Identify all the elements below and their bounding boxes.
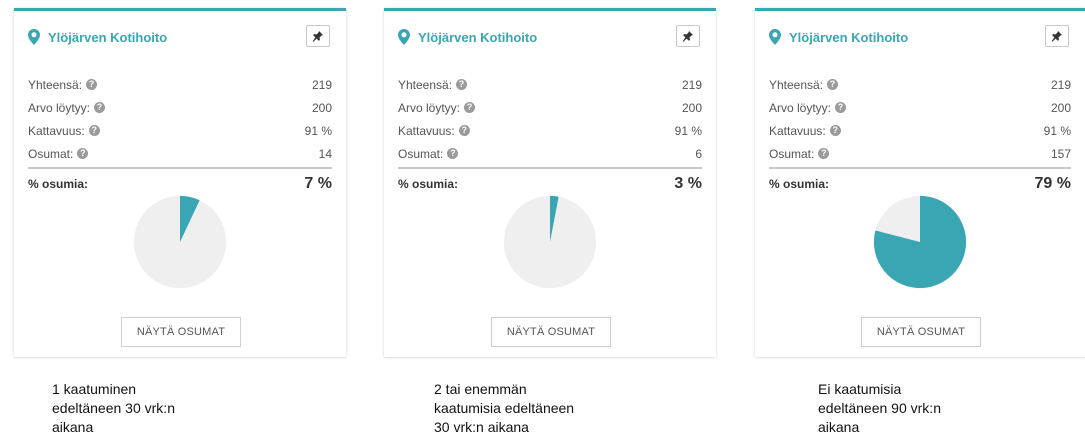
card-title: Ylöjärven Kotihoito [48,29,168,45]
summary-card-2: Ylöjärven Kotihoito Yhteensä:? 219 Arvo … [384,8,716,357]
caption-line: aikana [52,419,94,435]
divider [769,167,1071,169]
caption-line: edeltäneen 30 vrk:n [52,400,175,416]
caption-line: 1 kaatuminen [52,381,137,397]
help-icon[interactable]: ? [447,148,459,159]
divider [398,167,702,169]
card-header: Ylöjärven Kotihoito [398,25,706,49]
hits-percent-value: 7 % [304,175,332,192]
stat-row-total: Yhteensä:? 219 [28,73,332,96]
stat-row-value-found: Arvo löytyy:? 200 [398,96,702,119]
stat-value: 91 % [304,123,332,138]
help-icon[interactable]: ? [77,148,89,159]
summary-card-1: Ylöjärven Kotihoito Yhteensä:? 219 Arvo … [14,8,346,357]
stat-value: 219 [681,77,702,92]
hits-pie-chart [133,195,227,289]
stat-label: Kattavuus: [769,123,826,138]
stat-label: Yhteensä: [28,77,83,92]
stat-label: Yhteensä: [398,77,453,92]
stat-label: Osumat: [28,146,74,161]
caption-3: Ei kaatumisia edeltäneen 90 vrk:n aikana [818,380,941,437]
stat-value: 219 [311,77,332,92]
pin-icon [682,31,693,42]
stat-label: Kattavuus: [398,123,455,138]
stat-row-hits: Osumat:? 157 [769,142,1071,165]
caption-1: 1 kaatuminen edeltäneen 30 vrk:n aikana [52,380,175,437]
caption-2: 2 tai enemmän kaatumisia edeltäneen 30 v… [434,380,574,437]
pin-icon [312,31,323,42]
stat-row-coverage: Kattavuus:? 91 % [398,119,702,142]
stat-value: 200 [311,100,332,115]
help-icon[interactable]: ? [827,79,839,90]
help-icon[interactable]: ? [829,125,841,136]
help-icon[interactable]: ? [818,148,830,159]
divider [28,167,332,169]
stat-row-hits: Osumat:? 14 [28,142,332,165]
caption-line: kaatumisia edeltäneen [434,400,575,416]
stat-label: Kattavuus: [28,123,85,138]
hits-pie-chart [873,195,967,289]
map-marker-icon [398,29,412,45]
stat-value: 14 [318,146,332,161]
hits-percent-label: % osumia: [28,177,89,191]
hits-percent-row: % osumia: 7 % [28,175,332,193]
stat-row-value-found: Arvo löytyy:? 200 [769,96,1071,119]
pin-button[interactable] [306,25,330,47]
stat-value: 219 [1050,77,1071,92]
help-icon[interactable]: ? [86,79,98,90]
help-icon[interactable]: ? [464,102,476,113]
hits-percent-label: % osumia: [398,177,459,191]
stats-list: Yhteensä:? 219 Arvo löytyy:? 200 Kattavu… [769,73,1071,193]
map-marker-icon [28,29,42,45]
hits-percent-value: 79 % [1034,175,1071,192]
caption-line: Ei kaatumisia [818,381,902,397]
stat-label: Osumat: [398,146,444,161]
stat-label: Arvo löytyy: [398,100,461,115]
hits-percent-label: % osumia: [769,177,830,191]
stat-row-hits: Osumat:? 6 [398,142,702,165]
caption-line: 30 vrk:n aikana [434,419,529,435]
pin-button[interactable] [1045,25,1069,47]
stat-row-total: Yhteensä:? 219 [769,73,1071,96]
help-icon[interactable]: ? [835,102,847,113]
stat-row-coverage: Kattavuus:? 91 % [28,119,332,142]
hits-pie-chart [503,195,597,289]
pin-icon [1051,31,1062,42]
show-hits-button[interactable]: NÄYTÄ OSUMAT [121,317,241,347]
stat-value: 91 % [674,123,702,138]
stat-label: Osumat: [769,146,815,161]
stats-list: Yhteensä:? 219 Arvo löytyy:? 200 Kattavu… [398,73,702,193]
hits-percent-row: % osumia: 3 % [398,175,702,193]
show-hits-button[interactable]: NÄYTÄ OSUMAT [861,317,981,347]
caption-line: 2 tai enemmän [434,381,527,397]
caption-line: edeltäneen 90 vrk:n [818,400,941,416]
pin-button[interactable] [676,25,700,47]
hits-percent-row: % osumia: 79 % [769,175,1071,193]
stat-value: 6 [695,146,702,161]
help-icon[interactable]: ? [456,79,468,90]
summary-card-3: Ylöjärven Kotihoito Yhteensä:? 219 Arvo … [755,8,1085,357]
card-title: Ylöjärven Kotihoito [418,29,538,45]
help-icon[interactable]: ? [458,125,470,136]
stat-row-coverage: Kattavuus:? 91 % [769,119,1071,142]
caption-line: aikana [818,419,860,435]
stat-label: Yhteensä: [769,77,824,92]
help-icon[interactable]: ? [88,125,100,136]
map-marker-icon [769,29,783,45]
hits-percent-value: 3 % [674,175,702,192]
stat-label: Arvo löytyy: [769,100,832,115]
stat-value: 200 [1050,100,1071,115]
stat-label: Arvo löytyy: [28,100,91,115]
card-title: Ylöjärven Kotihoito [789,29,909,45]
show-hits-button[interactable]: NÄYTÄ OSUMAT [491,317,611,347]
stat-value: 157 [1050,146,1071,161]
stat-row-total: Yhteensä:? 219 [398,73,702,96]
stats-list: Yhteensä:? 219 Arvo löytyy:? 200 Kattavu… [28,73,332,193]
card-header: Ylöjärven Kotihoito [28,25,336,49]
stat-row-value-found: Arvo löytyy:? 200 [28,96,332,119]
stat-value: 91 % [1043,123,1071,138]
card-header: Ylöjärven Kotihoito [769,25,1075,49]
stat-value: 200 [681,100,702,115]
help-icon[interactable]: ? [94,102,106,113]
